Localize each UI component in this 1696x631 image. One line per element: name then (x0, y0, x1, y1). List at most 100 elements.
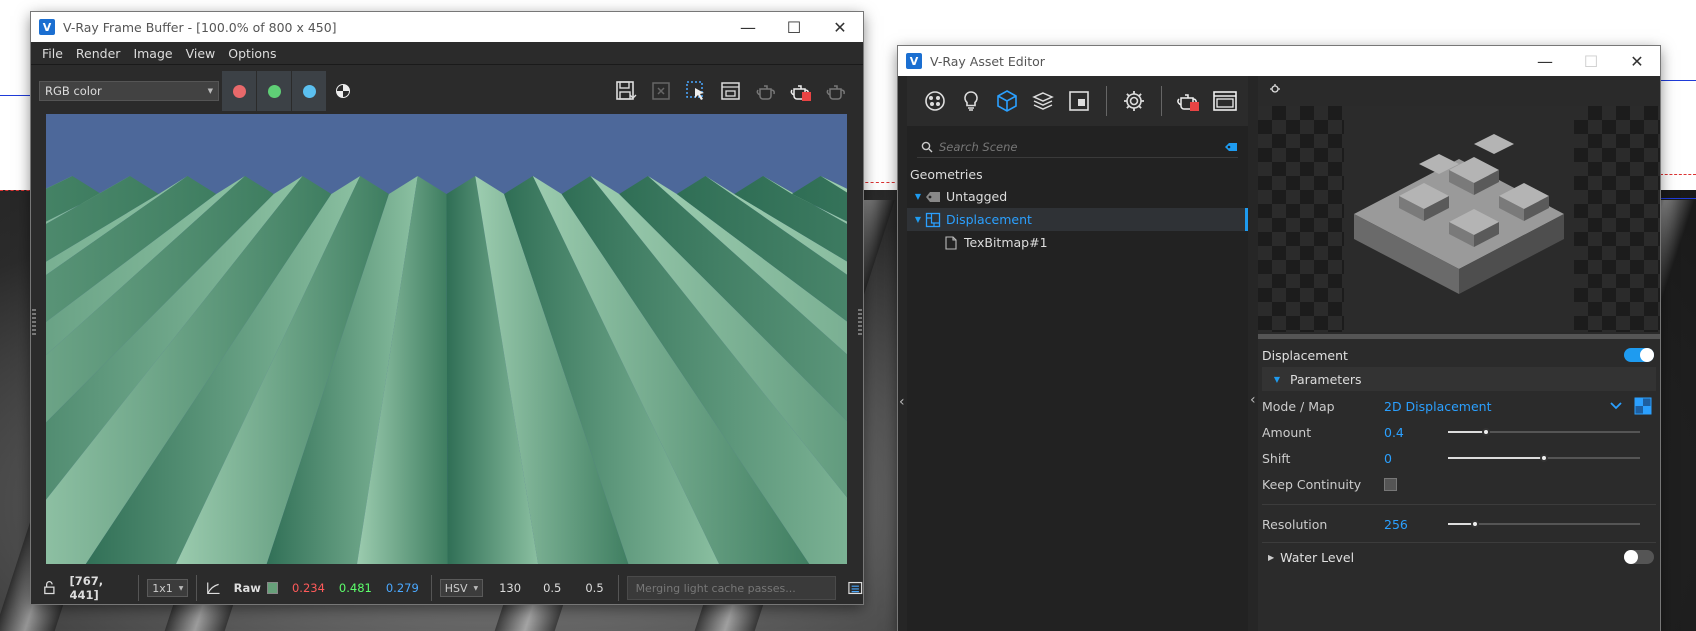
chevron-down-icon[interactable] (1610, 402, 1622, 410)
maximize-button[interactable]: ☐ (771, 12, 817, 42)
save-icon (615, 81, 636, 100)
render-image[interactable] (46, 114, 847, 564)
keep-continuity-checkbox[interactable] (1384, 477, 1397, 491)
menu-view[interactable]: View (186, 46, 216, 61)
blue-channel-button[interactable] (292, 71, 326, 111)
clear-image-button[interactable] (643, 78, 678, 104)
resolution-input[interactable]: 256 (1384, 517, 1444, 532)
window-icon (1213, 91, 1237, 111)
tag-icon (926, 191, 940, 202)
texture-icon (1069, 91, 1089, 111)
vfb-toolbar: RGB color ▼ (31, 66, 863, 116)
search-input[interactable]: Search Scene (939, 140, 1224, 154)
chevron-left-icon[interactable]: ‹ (899, 394, 905, 410)
geometry-tab[interactable] (989, 83, 1025, 119)
asset-preview (1258, 76, 1660, 334)
history-panel-icon[interactable] (848, 580, 863, 596)
menu-options[interactable]: Options (228, 46, 276, 61)
light-bulb-icon (964, 91, 978, 111)
color-pick-icon[interactable] (205, 580, 221, 596)
render-interactive-button[interactable] (1171, 83, 1207, 119)
channel-select[interactable]: RGB color ▼ (39, 81, 219, 101)
settings-tab[interactable] (1116, 83, 1152, 119)
expand-triangle-icon[interactable]: ▼ (911, 192, 925, 201)
red-channel-button[interactable] (222, 71, 256, 111)
parameters-section[interactable]: ▼ Parameters (1262, 367, 1656, 391)
slider-handle[interactable] (1482, 428, 1491, 436)
lights-tab[interactable] (953, 83, 989, 119)
water-level-toggle[interactable] (1624, 550, 1654, 564)
value-value: 0.5 (585, 581, 604, 595)
blue-dot-icon (302, 84, 316, 98)
scene-search[interactable]: Search Scene (917, 136, 1238, 158)
close-button[interactable]: ✕ (1614, 46, 1660, 76)
expand-triangle-icon[interactable]: ▼ (911, 215, 925, 224)
stop-render-button[interactable] (783, 78, 818, 104)
chevron-left-icon[interactable]: ‹ (1250, 392, 1256, 408)
color-mode-select[interactable]: HSV ▼ (439, 579, 484, 597)
sampling-select[interactable]: 1x1 ▼ (147, 579, 189, 597)
ae-title: V-Ray Asset Editor (930, 53, 1045, 69)
vfb-menubar: File Render Image View Options (31, 42, 863, 65)
tree-item-untagged[interactable]: ▼ Untagged (907, 185, 1248, 208)
water-level-header[interactable]: ▶ Water Level (1258, 545, 1660, 569)
preview-options-icon[interactable] (1268, 82, 1282, 96)
ae-titlebar[interactable]: V V-Ray Asset Editor — ☐ ✕ (898, 46, 1660, 76)
keep-continuity-label: Keep Continuity (1262, 476, 1362, 492)
color-swatch (266, 582, 278, 594)
close-button[interactable]: ✕ (817, 12, 863, 42)
minimize-button[interactable]: — (725, 12, 771, 42)
sampling-value: 1x1 (152, 581, 173, 595)
tree-item-texbitmap[interactable]: TexBitmap#1 (907, 231, 1248, 254)
mode-label: Mode / Map (1262, 398, 1335, 414)
region-render-button[interactable] (678, 78, 713, 104)
render-elements-tab[interactable] (1025, 83, 1061, 119)
shift-input[interactable]: 0 (1384, 451, 1444, 466)
mono-channel-button[interactable] (327, 71, 359, 111)
shift-slider[interactable] (1448, 454, 1640, 462)
saturation-value: 0.5 (543, 581, 562, 595)
expand-triangle-icon: ▶ (1268, 552, 1275, 562)
amount-input[interactable]: 0.4 (1384, 425, 1444, 440)
mono-icon (336, 84, 350, 98)
menu-image[interactable]: Image (133, 46, 172, 61)
preview-resize-handle[interactable] (1258, 334, 1660, 339)
materials-tab[interactable] (917, 83, 953, 119)
mode-dropdown[interactable]: 2D Displacement (1384, 399, 1604, 414)
left-collapse-strip[interactable] (898, 76, 907, 631)
shift-row: Shift 0 (1258, 446, 1660, 470)
frame-buffer-button[interactable] (1207, 83, 1243, 119)
color-mode-value: HSV (444, 581, 468, 595)
resolution-slider[interactable] (1448, 520, 1640, 528)
region-select-icon (685, 81, 704, 100)
displacement-header-label: Displacement (1262, 347, 1348, 363)
hue-value: 130 (499, 581, 522, 595)
lock-icon[interactable] (43, 580, 58, 596)
keep-continuity-row: Keep Continuity (1258, 472, 1660, 496)
track-mouse-button[interactable] (713, 78, 748, 104)
asset-tree-pane: Search Scene Geometries ▼ Untagged ▼ Dis… (907, 76, 1248, 631)
displacement-icon (925, 212, 941, 227)
menu-render[interactable]: Render (76, 46, 121, 61)
slider-handle[interactable] (1540, 454, 1548, 462)
texture-slot-icon[interactable] (1634, 397, 1652, 415)
materials-icon (925, 91, 945, 111)
amount-slider[interactable] (1448, 428, 1640, 436)
middle-collapse-strip[interactable] (1248, 76, 1258, 631)
tree-item-displacement[interactable]: ▼ Displacement (907, 208, 1248, 231)
red-value: 0.234 (291, 581, 325, 595)
vfb-titlebar[interactable]: V V-Ray Frame Buffer - [100.0% of 800 x … (31, 12, 863, 42)
textures-tab[interactable] (1061, 83, 1097, 119)
displacement-enable-toggle[interactable] (1624, 348, 1654, 362)
save-image-button[interactable] (608, 78, 643, 104)
render-button[interactable] (818, 78, 853, 104)
displacement-header: Displacement (1258, 343, 1660, 367)
resolution-label: Resolution (1262, 516, 1328, 532)
green-channel-button[interactable] (257, 71, 291, 111)
interactive-render-button[interactable] (748, 78, 783, 104)
slider-handle[interactable] (1470, 520, 1479, 528)
tree-item-label: Untagged (946, 189, 1008, 204)
menu-file[interactable]: File (42, 46, 63, 61)
minimize-button[interactable]: — (1522, 46, 1568, 76)
tag-filter-icon[interactable] (1224, 142, 1238, 152)
